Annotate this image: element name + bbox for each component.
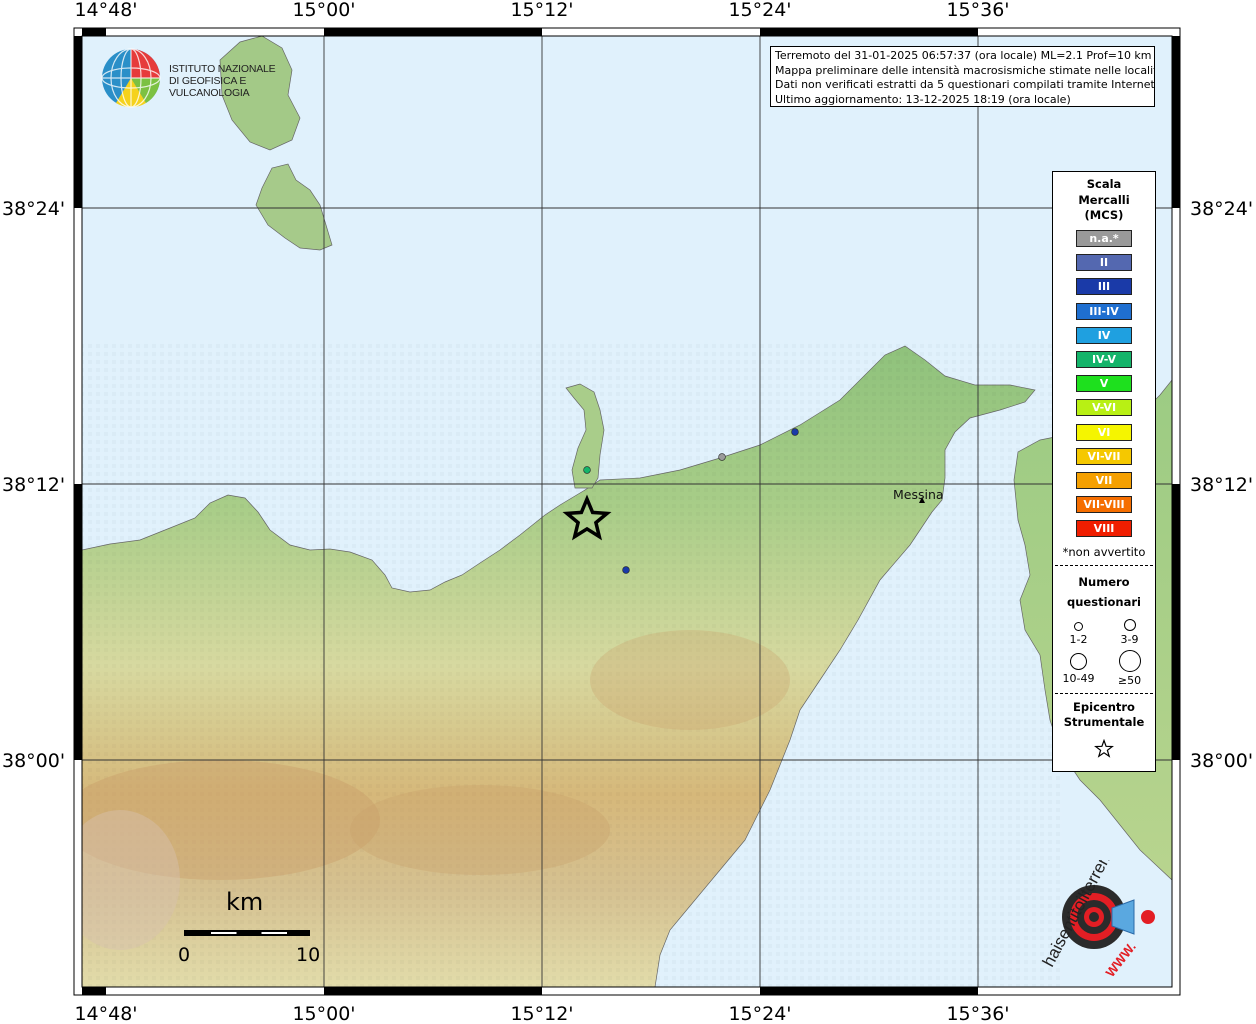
observation-point bbox=[583, 466, 591, 474]
intensity-class-row: IV-V bbox=[1053, 347, 1155, 371]
intensity-swatch: n.a.* bbox=[1076, 230, 1132, 248]
ingv-line-2: DI GEOFISICA E VULCANOLOGIA bbox=[169, 75, 250, 99]
coord-bottom-2: 15°00' bbox=[292, 1003, 355, 1024]
event-info-line-3: Dati non verificati estratti da 5 questi… bbox=[775, 78, 1155, 91]
event-info-line-2: Mappa preliminare delle intensità macros… bbox=[775, 63, 1155, 77]
scale-bar-graphic bbox=[184, 930, 310, 936]
ingv-line-1: ISTITUTO NAZIONALE bbox=[169, 63, 276, 75]
coord-top-4: 15°24' bbox=[728, 0, 791, 21]
intensity-swatch: VI bbox=[1076, 423, 1132, 441]
event-info-line-4: Ultimo aggiornamento: 13-12-2025 18:19 (… bbox=[775, 92, 1071, 106]
intensity-swatch: IV-V bbox=[1076, 351, 1132, 369]
legend-title: Scala Mercalli (MCS) bbox=[1053, 177, 1155, 224]
legend-title-line-1: Scala bbox=[1086, 177, 1122, 191]
count-title-line-1: Numero bbox=[1078, 574, 1130, 589]
intensity-swatch: VII-VIII bbox=[1076, 496, 1132, 514]
event-info-line-1: Terremoto del 31-01-2025 06:57:37 (ora l… bbox=[775, 49, 1152, 62]
coord-bottom-5: 15°36' bbox=[946, 1003, 1009, 1024]
intensity-class-row: III-IV bbox=[1053, 299, 1155, 323]
intensity-swatch: III-IV bbox=[1076, 302, 1132, 320]
observation-point bbox=[622, 566, 630, 574]
legend-divider bbox=[1055, 692, 1153, 694]
observation-point bbox=[791, 428, 799, 436]
coord-left-1: 38°24' bbox=[2, 198, 65, 220]
intensity-class-row: VI bbox=[1053, 420, 1155, 444]
scale-min: 0 bbox=[178, 944, 191, 966]
scale-unit: km bbox=[226, 888, 264, 916]
intensity-swatch-list: n.a.* II III III-IV IV IV-V V V-VI VI VI-VII VII VI… bbox=[1053, 227, 1155, 541]
coord-right-1: 38°24' bbox=[1190, 198, 1253, 220]
intensity-class-row: IV bbox=[1053, 323, 1155, 347]
coord-bottom-3: 15°12' bbox=[510, 1003, 573, 1024]
scale-bar: km 0 10 bbox=[170, 888, 330, 978]
legend-title-line-2: Mercalli bbox=[1078, 192, 1130, 207]
intensity-class-row: V-VI bbox=[1053, 396, 1155, 420]
epicenter-legend-title: Epicentro Strumentale bbox=[1053, 700, 1155, 731]
epicenter-title-line-1: Epicentro bbox=[1073, 699, 1135, 714]
scale-max: 10 bbox=[296, 944, 321, 966]
intensity-class-row: VI-VII bbox=[1053, 444, 1155, 468]
intensity-class-row: VIII bbox=[1053, 517, 1155, 541]
ingv-globe-icon bbox=[101, 48, 161, 108]
intensity-swatch: III bbox=[1076, 278, 1132, 296]
haisentito-logo: haisentitoilterremoto.it WWW. bbox=[1030, 814, 1170, 985]
coord-top-2: 15°00' bbox=[292, 0, 355, 21]
intensity-class-row: II bbox=[1053, 251, 1155, 275]
coord-top-3: 15°12' bbox=[510, 0, 573, 21]
count-size-legend: 1-2 3-9 10-49 ≥50 bbox=[1053, 618, 1155, 687]
intensity-class-row: VII bbox=[1053, 468, 1155, 492]
count-size-10-49: 10-49 bbox=[1053, 650, 1104, 687]
coord-bottom-1: 14°48' bbox=[74, 1003, 137, 1024]
intensity-swatch: II bbox=[1076, 254, 1132, 272]
coord-top-1: 14°48' bbox=[74, 0, 137, 21]
epicenter-star-icon bbox=[1053, 738, 1155, 763]
epicenter-title-line-2: Strumentale bbox=[1063, 715, 1145, 730]
count-size-3-9: 3-9 bbox=[1104, 618, 1155, 646]
coord-right-3: 38°00' bbox=[1190, 750, 1253, 772]
count-size-50-plus: ≥50 bbox=[1104, 649, 1155, 687]
legend-panel: Scala Mercalli (MCS) n.a.* II III III-IV IV I… bbox=[1052, 171, 1156, 772]
ingv-logo: ISTITUTO NAZIONALE DI GEOFISICA E VULCAN… bbox=[100, 47, 320, 111]
intensity-swatch: VI-VII bbox=[1076, 447, 1132, 465]
intensity-swatch: V-VI bbox=[1076, 399, 1132, 417]
intensity-swatch: VII bbox=[1076, 471, 1132, 489]
count-title-line-2: questionari bbox=[1067, 594, 1141, 609]
count-title: Numero questionari bbox=[1053, 572, 1155, 612]
coord-left-2: 38°12' bbox=[2, 474, 65, 496]
intensity-class-row: n.a.* bbox=[1053, 227, 1155, 251]
coord-bottom-4: 15°24' bbox=[728, 1003, 791, 1024]
intensity-class-row: III bbox=[1053, 275, 1155, 299]
event-info-box: Terremoto del 31-01-2025 06:57:37 (ora l… bbox=[770, 46, 1155, 107]
count-size-1-2: 1-2 bbox=[1053, 618, 1104, 646]
legend-note: *non avvertito bbox=[1062, 544, 1146, 559]
place-label-messina: Messina bbox=[893, 487, 944, 502]
intensity-swatch: IV bbox=[1076, 326, 1132, 344]
legend-divider bbox=[1055, 564, 1153, 566]
intensity-class-row: V bbox=[1053, 372, 1155, 396]
coord-top-5: 15°36' bbox=[946, 0, 1009, 21]
observation-point bbox=[718, 453, 726, 461]
legend-title-line-3: (MCS) bbox=[1084, 208, 1124, 222]
coord-right-2: 38°12' bbox=[1190, 474, 1253, 496]
intensity-class-row: VII-VIII bbox=[1053, 493, 1155, 517]
intensity-swatch: V bbox=[1076, 375, 1132, 393]
coord-left-3: 38°00' bbox=[2, 750, 65, 772]
intensity-swatch: VIII bbox=[1076, 520, 1132, 538]
